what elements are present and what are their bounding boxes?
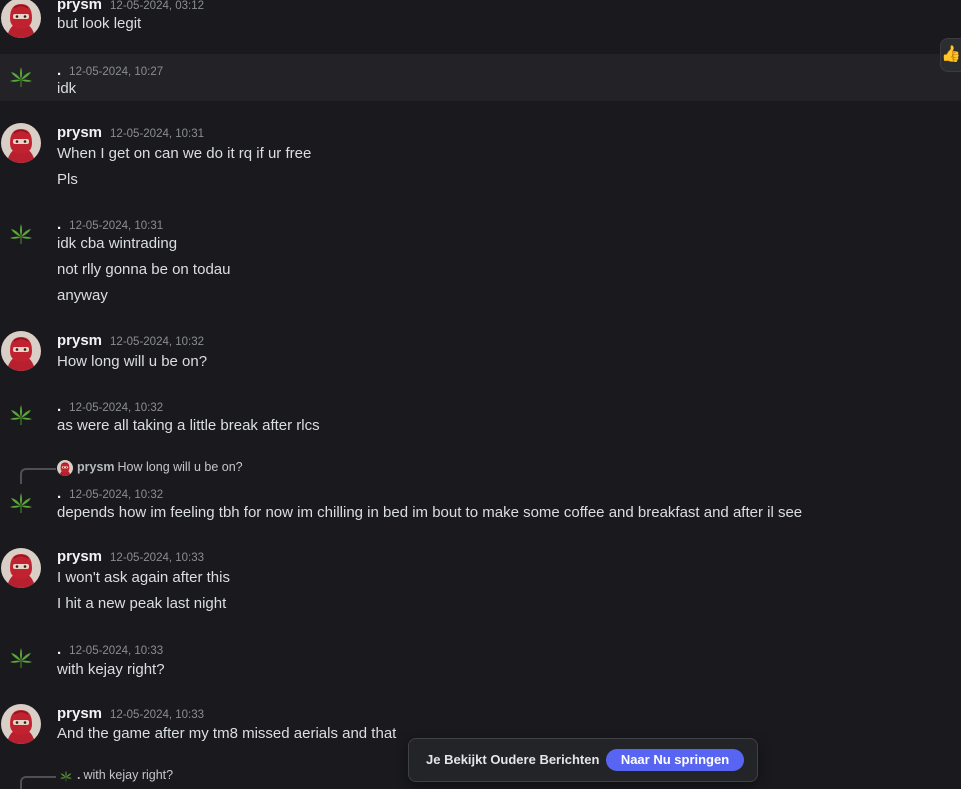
thumbs-up-icon: 👍 (941, 46, 961, 63)
timestamp: 12-05-2024, 10:31 (69, 220, 164, 232)
message-text: And the game after my tm8 missed aerials… (57, 725, 397, 742)
cannabis-leaf-icon (8, 645, 34, 671)
cannabis-leaf-icon (8, 64, 34, 90)
message-header: . 12-05-2024, 10:32 (57, 398, 163, 416)
author-name[interactable]: . (57, 398, 61, 415)
reply-avatar (59, 769, 73, 783)
message-header: . 12-05-2024, 10:33 (57, 641, 163, 659)
message-group[interactable]: . 12-05-2024, 10:33 with kejay right? (0, 636, 961, 686)
message-header: . 12-05-2024, 10:31 (57, 216, 163, 234)
red-masked-avatar-icon (1, 704, 41, 744)
red-masked-avatar-icon (1, 123, 41, 163)
reply-author[interactable]: . (77, 768, 80, 782)
message-text: not rlly gonna be on todau (57, 261, 231, 278)
jump-to-present-button[interactable]: Naar Nu springen (606, 749, 744, 771)
avatar[interactable] (1, 704, 41, 744)
avatar[interactable] (8, 490, 34, 516)
message-group[interactable]: . 12-05-2024, 10:27 idk (0, 54, 961, 101)
message-header: prysm 12-05-2024, 10:31 (57, 124, 204, 142)
author-name[interactable]: prysm (57, 124, 102, 141)
message-header: . 12-05-2024, 10:32 (57, 485, 163, 503)
red-masked-avatar-icon (1, 0, 41, 38)
timestamp: 12-05-2024, 03:12 (110, 0, 205, 12)
timestamp: 12-05-2024, 10:33 (110, 709, 205, 721)
author-name[interactable]: . (57, 216, 61, 233)
author-name[interactable]: . (57, 641, 61, 658)
red-masked-avatar-icon (1, 548, 41, 588)
author-name[interactable]: . (57, 62, 61, 79)
timestamp: 12-05-2024, 10:32 (69, 489, 164, 501)
message-text: anyway (57, 287, 108, 304)
avatar[interactable] (8, 402, 34, 428)
reply-spine (20, 468, 56, 484)
avatar[interactable] (8, 221, 34, 247)
timestamp: 12-05-2024, 10:33 (110, 552, 205, 564)
older-messages-bar: Je Bekijkt Oudere Berichten Naar Nu spri… (408, 738, 758, 782)
message-text: depends how im feeling tbh for now im ch… (57, 504, 803, 521)
message-text: idk (57, 80, 77, 97)
message-header: prysm 12-05-2024, 03:12 (57, 0, 204, 14)
message-group[interactable]: . 12-05-2024, 10:31 idk cba wintrading no… (0, 210, 961, 310)
avatar[interactable] (1, 331, 41, 371)
message-text: Pls (57, 171, 78, 188)
message-group[interactable]: prysm 12-05-2024, 10:33 I won't ask again… (0, 542, 961, 622)
avatar[interactable] (1, 548, 41, 588)
message-group[interactable]: prysm 12-05-2024, 10:32 How long will u b… (0, 326, 961, 382)
author-name[interactable]: prysm (57, 548, 102, 565)
message-header: prysm 12-05-2024, 10:33 (57, 548, 204, 566)
avatar[interactable] (8, 64, 34, 90)
author-name[interactable]: prysm (57, 332, 102, 349)
reply-message[interactable]: with kejay right? (83, 768, 173, 782)
reply-author[interactable]: prysm (77, 460, 115, 474)
add-reaction-button[interactable]: 👍 (940, 38, 961, 72)
timestamp: 12-05-2024, 10:32 (69, 402, 164, 414)
red-masked-avatar-icon (57, 460, 73, 476)
timestamp: 12-05-2024, 10:33 (69, 645, 164, 657)
message-text: as were all taking a little break after … (57, 417, 320, 434)
message-group[interactable]: prysm 12-05-2024, 10:31 When I get on can… (0, 118, 961, 198)
reply-content: prysm How long will u be on? (77, 460, 243, 474)
author-name[interactable]: . (57, 485, 61, 502)
reply-message[interactable]: How long will u be on? (118, 460, 243, 474)
message-header: . 12-05-2024, 10:27 (57, 62, 163, 80)
message-text: How long will u be on? (57, 353, 208, 370)
avatar[interactable] (1, 0, 41, 38)
message-text: with kejay right? (57, 661, 165, 678)
timestamp: 12-05-2024, 10:31 (110, 128, 205, 140)
message-group[interactable]: prysm 12-05-2024, 03:12 but look legit (0, 0, 961, 48)
avatar[interactable] (8, 645, 34, 671)
message-text: but look legit (57, 15, 142, 32)
older-messages-text: Je Bekijkt Oudere Berichten (426, 752, 600, 767)
author-name[interactable]: prysm (57, 705, 102, 722)
cannabis-leaf-icon (8, 490, 34, 516)
timestamp: 12-05-2024, 10:27 (69, 66, 164, 78)
message-group[interactable]: prysm How long will u be on? . 12-05-2024,… (0, 458, 961, 530)
reply-avatar (57, 460, 73, 476)
chat-message-list: prysm 12-05-2024, 03:12 but look legit . 1… (0, 0, 961, 789)
message-text: When I get on can we do it rq if ur free (57, 145, 312, 162)
reply-content: . with kejay right? (77, 768, 173, 782)
reply-spine (20, 776, 56, 789)
message-header: prysm 12-05-2024, 10:32 (57, 332, 204, 350)
message-header: prysm 12-05-2024, 10:33 (57, 705, 204, 723)
author-name[interactable]: prysm (57, 0, 102, 13)
cannabis-leaf-icon (59, 769, 73, 783)
avatar[interactable] (1, 123, 41, 163)
cannabis-leaf-icon (8, 402, 34, 428)
message-text: I won't ask again after this (57, 569, 230, 586)
message-group[interactable]: . 12-05-2024, 10:32 as were all taking a … (0, 393, 961, 443)
message-text: I hit a new peak last night (57, 595, 227, 612)
message-text: idk cba wintrading (57, 235, 178, 252)
timestamp: 12-05-2024, 10:32 (110, 336, 205, 348)
cannabis-leaf-icon (8, 221, 34, 247)
red-masked-avatar-icon (1, 331, 41, 371)
